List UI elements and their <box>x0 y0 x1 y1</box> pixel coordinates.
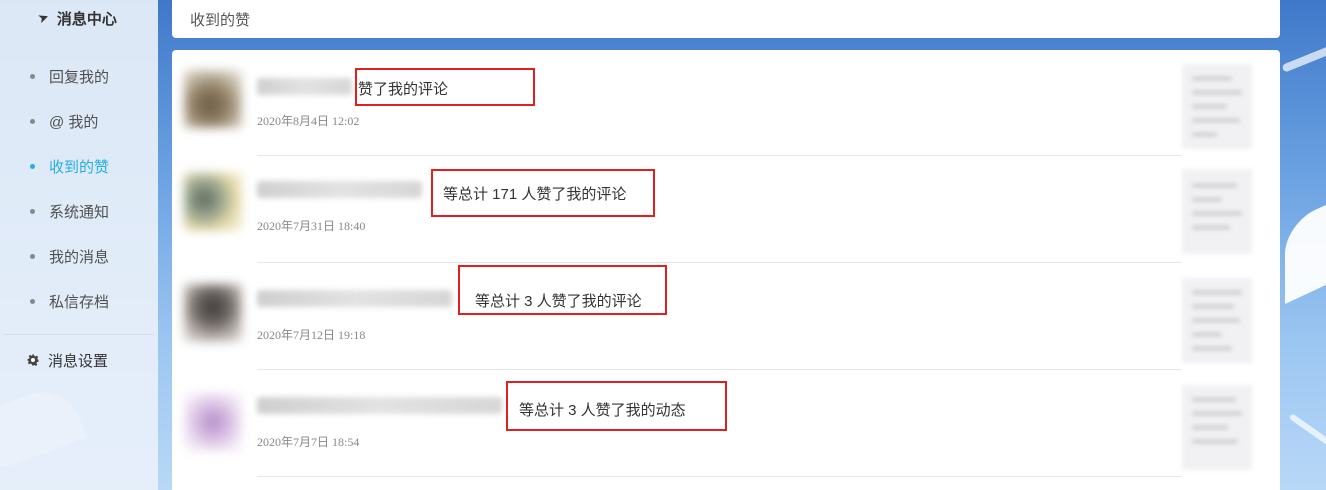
message-settings-link[interactable]: 消息设置 <box>0 335 158 385</box>
bullet-icon <box>30 164 35 169</box>
page-header: 收到的赞 <box>172 0 1280 38</box>
sidebar-item-system-notices[interactable]: 系统通知 <box>0 189 158 234</box>
sidebar-item-label: 系统通知 <box>49 204 110 221</box>
message-settings-label: 消息设置 <box>48 352 109 370</box>
sidebar-item-label: 收到的赞 <box>49 159 110 176</box>
sidebar-item-likes[interactable]: 收到的赞 <box>0 144 158 189</box>
timestamp: 2020年7月7日 18:54 <box>257 435 360 449</box>
sidebar-title: ➤ 消息中心 <box>0 0 158 36</box>
username-blurred[interactable] <box>257 397 502 414</box>
like-action-text: 等总计 3 人赞了我的评论 <box>475 293 642 310</box>
avatar[interactable] <box>184 393 242 451</box>
paper-plane-icon: ➤ <box>35 8 51 27</box>
likes-list: 赞了我的评论 2020年8月4日 12:02 等总计 171 人赞了我的评论 2… <box>172 50 1280 490</box>
sidebar-item-label: 回复我的 <box>49 69 110 86</box>
sidebar-item-label: 私信存档 <box>49 294 110 311</box>
bullet-icon <box>30 209 35 214</box>
content-preview-blurred[interactable] <box>1182 64 1252 149</box>
timestamp: 2020年7月12日 19:18 <box>257 328 366 342</box>
like-action-text: 赞了我的评论 <box>358 81 449 98</box>
sidebar-item-mentions[interactable]: @ 我的 <box>0 99 158 144</box>
sidebar-item-my-messages[interactable]: 我的消息 <box>0 234 158 279</box>
divider <box>257 262 1182 263</box>
sidebar-menu: 回复我的 @ 我的 收到的赞 系统通知 我的消息 私信存档 <box>0 54 158 324</box>
bullet-icon <box>30 74 35 79</box>
sidebar-item-replies[interactable]: 回复我的 <box>0 54 158 99</box>
username-blurred[interactable] <box>257 181 422 198</box>
divider <box>257 155 1182 156</box>
avatar[interactable] <box>184 70 242 128</box>
content-preview-blurred[interactable] <box>1182 278 1252 363</box>
page-title: 收到的赞 <box>190 11 251 29</box>
sidebar-title-label: 消息中心 <box>56 10 117 28</box>
bullet-icon <box>30 119 35 124</box>
divider <box>257 369 1182 370</box>
list-item[interactable]: 等总计 3 人赞了我的动态 2020年7月7日 18:54 <box>172 371 1280 477</box>
avatar[interactable] <box>184 173 242 231</box>
sidebar-item-label: 我的消息 <box>49 249 110 266</box>
bullet-icon <box>30 299 35 304</box>
bullet-icon <box>30 254 35 259</box>
avatar[interactable] <box>184 284 242 342</box>
background-decoration <box>1288 413 1326 453</box>
like-action-text: 等总计 3 人赞了我的动态 <box>519 402 686 419</box>
content-preview-blurred[interactable] <box>1182 169 1252 254</box>
like-action-text: 等总计 171 人赞了我的评论 <box>443 186 627 203</box>
list-item[interactable]: 等总计 171 人赞了我的评论 2020年7月31日 18:40 <box>172 157 1280 263</box>
divider <box>257 476 1182 477</box>
background-decoration <box>1285 196 1326 304</box>
username-blurred[interactable] <box>257 78 352 95</box>
sidebar-item-dm-archive[interactable]: 私信存档 <box>0 279 158 324</box>
username-blurred[interactable] <box>257 290 452 307</box>
timestamp: 2020年8月4日 12:02 <box>257 114 360 128</box>
gear-icon <box>27 354 39 366</box>
timestamp: 2020年7月31日 18:40 <box>257 219 366 233</box>
list-item[interactable]: 赞了我的评论 2020年8月4日 12:02 <box>172 50 1280 156</box>
sidebar-item-label: @ 我的 <box>49 114 99 131</box>
background-decoration <box>1281 35 1326 73</box>
content-preview-blurred[interactable] <box>1182 385 1252 470</box>
list-item[interactable]: 等总计 3 人赞了我的评论 2020年7月12日 19:18 <box>172 264 1280 370</box>
sidebar: ➤ 消息中心 回复我的 @ 我的 收到的赞 系统通知 我的消息 私信存档 消息设… <box>0 0 158 490</box>
